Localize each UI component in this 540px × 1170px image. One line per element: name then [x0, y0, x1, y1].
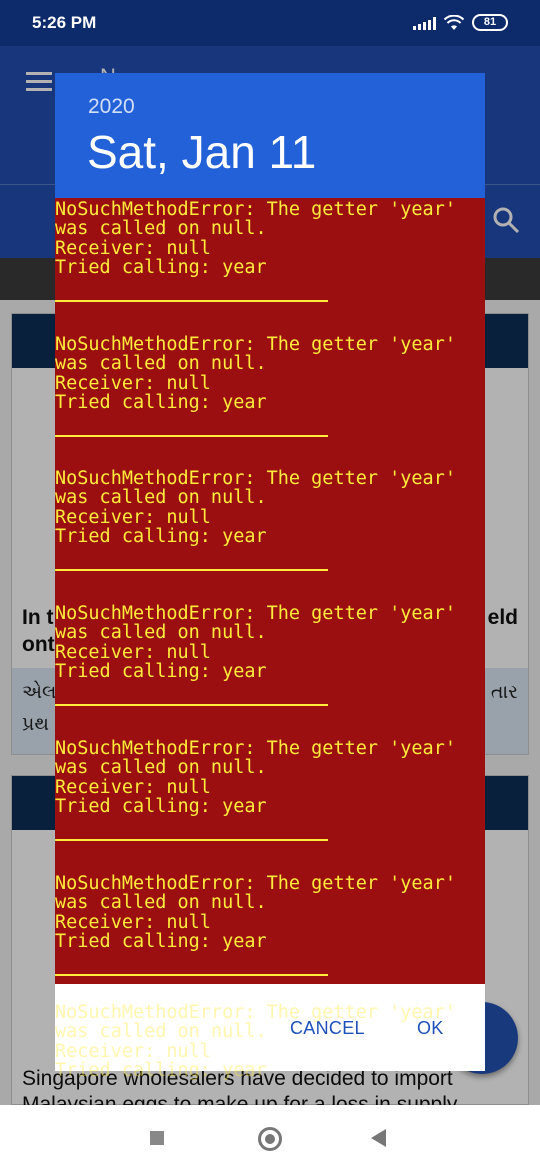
system-nav-bar [0, 1105, 540, 1170]
error-widget-area: NoSuchMethodError: The getter 'year' was… [55, 198, 485, 984]
error-underline [55, 300, 328, 302]
ok-button[interactable]: OK [417, 1018, 444, 1039]
error-message: NoSuchMethodError: The getter 'year' was… [55, 874, 485, 976]
selected-year[interactable]: 2020 [88, 95, 135, 119]
battery-icon: 81 [472, 14, 508, 31]
error-message: NoSuchMethodError: The getter 'year' was… [55, 469, 485, 571]
error-underline [55, 569, 328, 571]
dialog-actions: CANCEL OK [55, 984, 485, 1071]
error-message: NoSuchMethodError: The getter 'year' was… [55, 335, 485, 437]
error-message: NoSuchMethodError: The getter 'year' was… [55, 604, 485, 706]
circle-home-icon[interactable] [258, 1127, 282, 1151]
triangle-back-icon[interactable] [371, 1129, 386, 1147]
error-underline [55, 974, 328, 976]
date-picker-dialog: 2020 Sat, Jan 11 NoSuchMethodError: The … [55, 73, 485, 1080]
error-underline [55, 435, 328, 437]
selected-date[interactable]: Sat, Jan 11 [87, 125, 316, 179]
wifi-icon [444, 14, 464, 30]
date-picker-header: 2020 Sat, Jan 11 [55, 73, 485, 198]
error-underline [55, 704, 328, 706]
square-recents-icon[interactable] [150, 1131, 164, 1145]
status-icons: 81 [413, 14, 508, 31]
cancel-button[interactable]: CANCEL [290, 1018, 365, 1039]
error-message: NoSuchMethodError: The getter 'year' was… [55, 200, 485, 302]
cellular-signal-icon [413, 16, 436, 30]
error-underline [55, 839, 328, 841]
error-message: NoSuchMethodError: The getter 'year' was… [55, 739, 485, 841]
status-bar: 5:26 PM 81 [0, 0, 540, 46]
status-time: 5:26 PM [32, 13, 97, 32]
